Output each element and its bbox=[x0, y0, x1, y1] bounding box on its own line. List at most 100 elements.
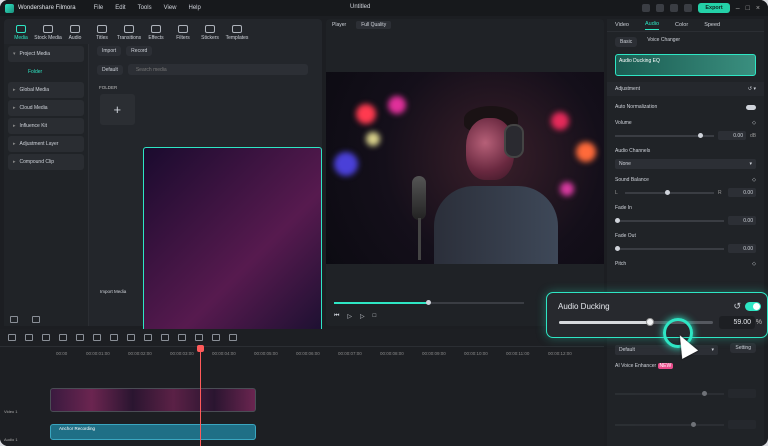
keyframe-icon[interactable]: ◇ bbox=[752, 120, 756, 126]
sidebar-item-influence-kit[interactable]: ▸ Influence Kit bbox=[8, 118, 84, 134]
ruler-tick: 00:00:11:00 bbox=[506, 351, 530, 356]
marker-icon[interactable] bbox=[212, 334, 220, 341]
tab-color[interactable]: Color bbox=[675, 22, 688, 28]
playback-scrubber[interactable] bbox=[334, 300, 524, 305]
sidebar-item-project-media[interactable]: ▾ Project Media bbox=[8, 46, 84, 62]
cloud-icon[interactable] bbox=[656, 4, 665, 12]
audio-ducking-value[interactable]: 59.00 bbox=[719, 316, 755, 329]
export-button[interactable]: Export bbox=[698, 3, 730, 13]
ruler-tick: 00:00:12:00 bbox=[548, 351, 572, 356]
tool-stock-media[interactable]: Stock Media bbox=[34, 25, 62, 43]
text-icon[interactable] bbox=[127, 334, 135, 341]
sidebar-item-compound-clip[interactable]: ▸ Compound Clip bbox=[8, 154, 84, 170]
tab-video[interactable]: Video bbox=[615, 22, 629, 28]
sort-dropdown[interactable]: Default bbox=[97, 64, 123, 75]
reset-icon[interactable]: ↺ ▾ bbox=[748, 86, 756, 92]
mask-icon[interactable] bbox=[195, 334, 203, 341]
sidebar-item-cloud-media[interactable]: ▸ Cloud Media bbox=[8, 100, 84, 116]
stop-icon[interactable]: □ bbox=[373, 313, 377, 320]
reset-icon[interactable]: ↺ bbox=[733, 301, 741, 312]
next-frame-icon[interactable]: ▷ bbox=[360, 313, 365, 320]
auto-normalization-toggle[interactable] bbox=[746, 104, 756, 110]
setting-button[interactable]: Setting bbox=[730, 343, 756, 353]
tool-effects[interactable]: Effects bbox=[145, 25, 167, 43]
tool-titles[interactable]: Titles bbox=[91, 25, 113, 43]
redo-icon[interactable] bbox=[59, 334, 67, 341]
record-button[interactable]: Record bbox=[126, 46, 153, 56]
audio-ducking-handle[interactable] bbox=[645, 318, 654, 326]
chevron-right-icon: ▸ bbox=[13, 123, 16, 129]
subtab-basic[interactable]: Basic bbox=[615, 37, 638, 47]
minimize-icon[interactable]: – bbox=[736, 5, 740, 12]
balance-value[interactable]: 0.00 bbox=[728, 188, 756, 197]
preset-dropdown[interactable]: Default ▾ bbox=[615, 345, 718, 355]
split-icon[interactable] bbox=[93, 334, 101, 341]
sidebar-item-adjustment-layer[interactable]: ▸ Adjustment Layer bbox=[8, 136, 84, 152]
fade-in-slider[interactable] bbox=[615, 217, 724, 223]
audio-channels-dropdown[interactable]: None ▾ bbox=[615, 159, 756, 169]
scrubber-handle[interactable] bbox=[426, 300, 431, 305]
tab-audio[interactable]: Audio bbox=[644, 21, 660, 30]
search-input[interactable]: Search media bbox=[127, 64, 308, 75]
keyframe-icon[interactable] bbox=[229, 334, 237, 341]
fade-in-handle[interactable] bbox=[615, 217, 620, 223]
quality-dropdown[interactable]: Full Quality bbox=[356, 21, 392, 29]
subtab-voice-changer[interactable]: Voice Changer bbox=[647, 37, 680, 47]
import-media-tile[interactable]: + bbox=[100, 94, 135, 125]
undo-icon[interactable] bbox=[42, 334, 50, 341]
fade-out-slider[interactable] bbox=[615, 245, 724, 251]
tool-audio[interactable]: Audio bbox=[64, 25, 86, 43]
tool-filters[interactable]: Filters bbox=[172, 25, 194, 43]
menu-file[interactable]: File bbox=[94, 5, 104, 11]
document-title: Untitled bbox=[350, 4, 371, 10]
keyframe-icon[interactable]: ◇ bbox=[752, 261, 756, 267]
keyframe-icon[interactable]: ◇ bbox=[752, 177, 756, 183]
audio-clip-card[interactable]: Audio Ducking EQ bbox=[615, 54, 756, 76]
balance-handle[interactable] bbox=[665, 189, 671, 195]
volume-handle[interactable] bbox=[698, 132, 704, 138]
balance-slider[interactable] bbox=[625, 189, 714, 195]
section-adjustment[interactable]: Adjustment ↺ ▾ bbox=[607, 82, 764, 96]
select-icon[interactable] bbox=[25, 334, 33, 341]
maximize-icon[interactable]: □ bbox=[746, 5, 750, 12]
speed-icon[interactable] bbox=[144, 334, 152, 341]
playhead[interactable] bbox=[200, 345, 201, 446]
color-icon[interactable] bbox=[161, 334, 169, 341]
menu-view[interactable]: View bbox=[164, 5, 177, 11]
volume-slider[interactable] bbox=[615, 132, 714, 138]
gift-icon[interactable] bbox=[642, 4, 651, 12]
fade-out-value[interactable]: 0.00 bbox=[728, 244, 756, 253]
tab-speed[interactable]: Speed bbox=[704, 22, 720, 28]
tool-templates[interactable]: Templates bbox=[226, 25, 248, 43]
menu-help[interactable]: Help bbox=[189, 5, 201, 11]
tool-transitions[interactable]: Transitions bbox=[117, 25, 141, 43]
tool-stickers[interactable]: Stickers bbox=[199, 25, 221, 43]
delete-icon[interactable] bbox=[76, 334, 84, 341]
folder-icon[interactable] bbox=[32, 316, 40, 323]
menu-tools[interactable]: Tools bbox=[138, 5, 152, 11]
video-preview[interactable] bbox=[326, 72, 604, 264]
avatar[interactable] bbox=[684, 4, 693, 12]
close-icon[interactable]: × bbox=[756, 5, 760, 12]
tool-media[interactable]: Media bbox=[10, 25, 32, 43]
media-tile-singing[interactable] bbox=[142, 147, 322, 339]
new-folder-icon[interactable] bbox=[10, 316, 18, 323]
play-icon[interactable]: ▷ bbox=[347, 313, 352, 320]
audio-ducking-toggle[interactable] bbox=[745, 302, 761, 311]
fade-out-handle[interactable] bbox=[615, 245, 620, 251]
import-button[interactable]: Import bbox=[97, 46, 122, 56]
sidebar-item-global-media[interactable]: ▸ Global Media bbox=[8, 82, 84, 98]
fade-in-value[interactable]: 0.00 bbox=[728, 216, 756, 225]
playhead-handle[interactable] bbox=[197, 345, 204, 352]
menu-edit[interactable]: Edit bbox=[115, 5, 125, 11]
sidebar-item-folder[interactable]: Folder bbox=[8, 64, 84, 80]
prev-frame-icon[interactable]: ⏮ bbox=[334, 313, 339, 320]
volume-value[interactable]: 0.00 bbox=[718, 131, 746, 140]
crop-icon[interactable] bbox=[110, 334, 118, 341]
video-clip[interactable] bbox=[50, 388, 256, 412]
audio-icon[interactable] bbox=[178, 334, 186, 341]
layout-icon[interactable] bbox=[670, 4, 679, 12]
layout-icon[interactable] bbox=[8, 334, 16, 341]
audio-clip[interactable]: Anchor Recording bbox=[50, 424, 256, 440]
timeline-ruler[interactable]: 00:00 00:00:01:00 00:00:02:00 00:00:03:0… bbox=[48, 351, 604, 361]
